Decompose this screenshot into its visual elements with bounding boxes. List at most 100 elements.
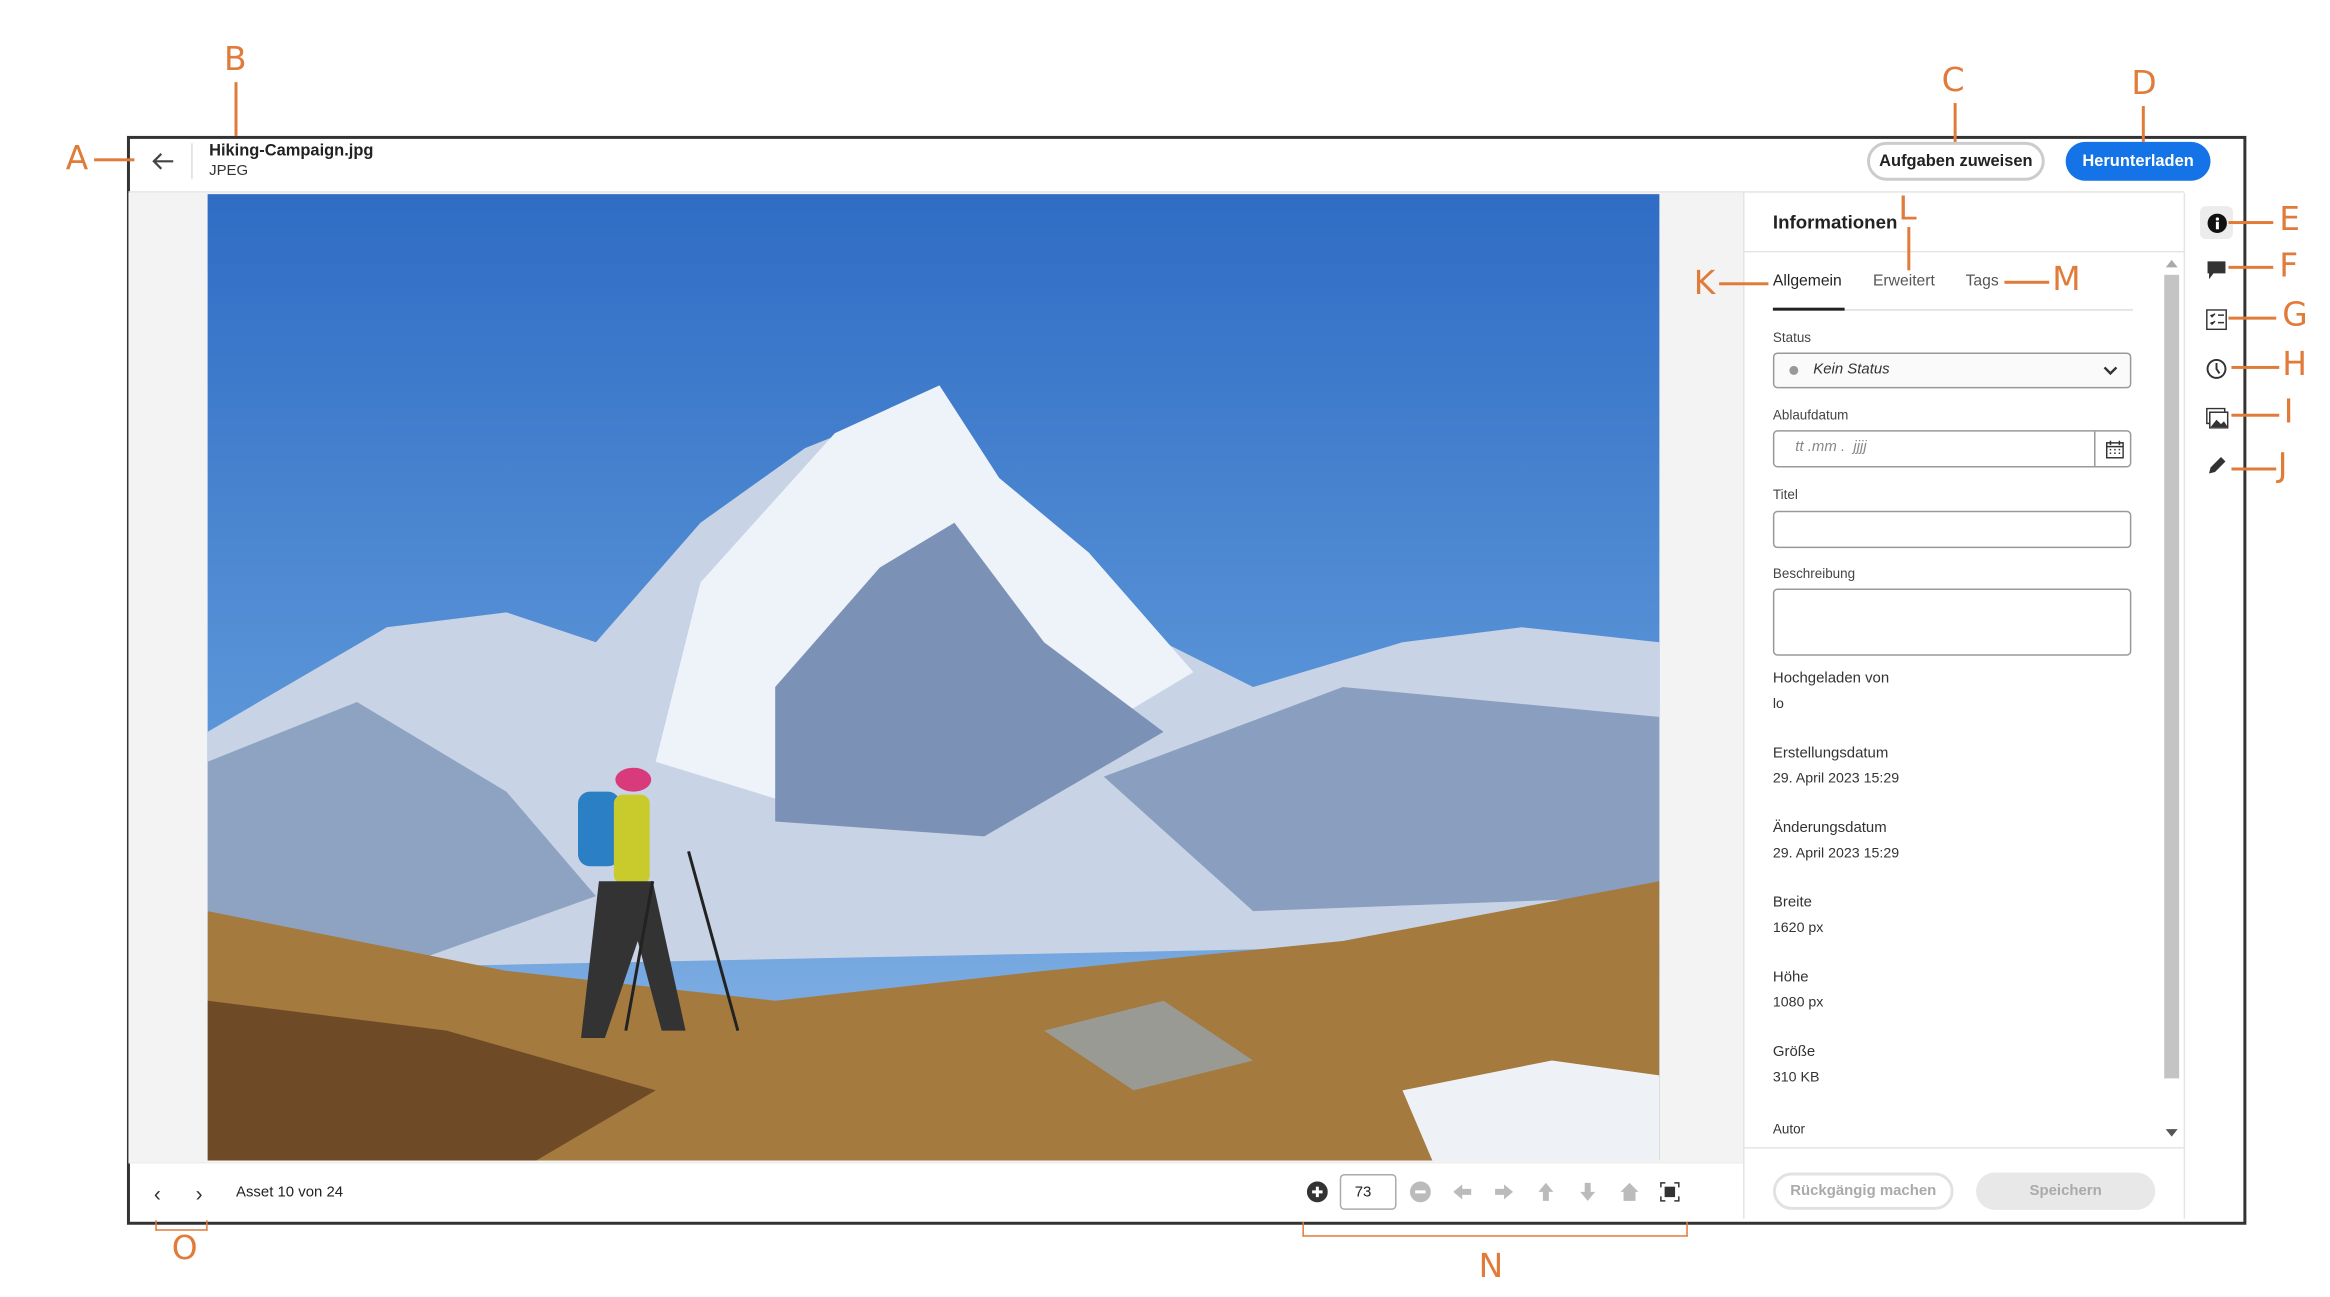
rail-border (2183, 192, 2186, 1219)
width-value: 1620 px (1772, 920, 1824, 937)
tab-allgemein[interactable]: Allgemein (1773, 272, 1842, 290)
previous-asset-button[interactable]: ‹ (153, 1181, 172, 1206)
tasks-button[interactable] (2200, 303, 2233, 336)
comments-button[interactable] (2200, 254, 2233, 287)
status-dropdown[interactable]: Kein Status (1772, 352, 2132, 389)
undo-button[interactable]: Rückgängig machen (1772, 1172, 1954, 1210)
download-button[interactable]: Herunterladen (2065, 141, 2211, 181)
asset-counter: Asset 10 von 24 (235, 1184, 344, 1201)
annotation-k: K (1693, 265, 1716, 304)
calendar-button[interactable] (2094, 431, 2133, 467)
arrow-left-icon (1453, 1184, 1472, 1200)
panel-title: Informationen (1772, 212, 1898, 234)
annotation-line (2231, 467, 2277, 470)
chevron-right-icon: › (195, 1181, 203, 1206)
status-value: Kein Status (1813, 361, 1890, 378)
author-label: Autor (1772, 1121, 1806, 1137)
plus-circle-icon (1306, 1181, 1328, 1203)
expiry-date-input[interactable]: tt .mm . jjjj (1772, 430, 2133, 468)
arrow-down-icon (1580, 1182, 1596, 1201)
annotation-line (1907, 227, 1910, 271)
fit-screen-icon (1660, 1182, 1680, 1202)
annotation-line (94, 158, 135, 161)
home-icon (1620, 1182, 1639, 1201)
status-label: Status (1772, 330, 1812, 346)
file-type: JPEG (209, 162, 249, 180)
next-asset-button[interactable]: › (195, 1181, 214, 1206)
bottom-toolbar-border (128, 1162, 1744, 1164)
panel-left-border (1743, 192, 1745, 1219)
annotation-e: E (2279, 201, 2301, 239)
annotation-line (2231, 365, 2280, 369)
checklist-icon (2206, 309, 2227, 331)
annotation-line (1953, 103, 1956, 142)
annotation-line (234, 82, 237, 136)
annotation-m: M (2052, 261, 2081, 299)
uploaded-by-value: lo (1772, 696, 1784, 713)
file-name: Hiking-Campaign.jpg (209, 141, 374, 160)
pan-up-button[interactable] (1534, 1180, 1558, 1204)
description-textarea[interactable] (1772, 588, 2132, 656)
back-button[interactable] (148, 146, 178, 176)
annotation-bracket (1302, 1221, 1688, 1237)
zoom-out-button[interactable] (1408, 1180, 1432, 1204)
versions-button[interactable] (2200, 352, 2233, 385)
pan-left-button[interactable] (1450, 1180, 1474, 1204)
annotation-c: C (1941, 62, 1965, 101)
save-button[interactable]: Speichern (1976, 1172, 2156, 1210)
annotation-f: F (2279, 247, 2299, 286)
title-input[interactable] (1772, 510, 2132, 549)
width-label: Breite (1772, 894, 1812, 912)
created-date-label: Erstellungsdatum (1772, 745, 1889, 762)
panel-scrollbar[interactable] (2163, 257, 2181, 1143)
tab-erweitert[interactable]: Erweitert (1873, 272, 1935, 290)
pencil-icon (2209, 457, 2226, 474)
annotation-n: N (1478, 1248, 1504, 1286)
reset-view-button[interactable] (1618, 1180, 1642, 1204)
edit-button[interactable] (2200, 450, 2233, 483)
scrollbar-thumb[interactable] (2164, 274, 2180, 1079)
uploaded-by-label: Hochgeladen von (1772, 670, 1890, 688)
annotation-g: G (2282, 297, 2308, 335)
created-date-value: 29. April 2023 15:29 (1772, 770, 1900, 788)
panel-title-divider (1744, 250, 2184, 253)
title-label: Titel (1772, 486, 1798, 502)
chevron-down-icon (2103, 366, 2118, 376)
modified-date-value: 29. April 2023 15:29 (1772, 845, 1900, 862)
annotation-o: O (171, 1230, 198, 1269)
renditions-button[interactable] (2200, 402, 2233, 435)
clock-icon (2206, 358, 2227, 379)
tab-tags[interactable]: Tags (1966, 272, 1999, 290)
assign-tasks-button[interactable]: Aufgaben zuweisen (1867, 141, 2045, 181)
annotation-line (2228, 265, 2274, 269)
zoom-in-button[interactable] (1305, 1180, 1329, 1204)
comment-icon (2207, 261, 2226, 280)
fit-to-screen-button[interactable] (1658, 1180, 1682, 1204)
annotation-d: D (2131, 65, 2157, 104)
info-icon (2206, 212, 2227, 233)
status-dot-icon (1789, 365, 1799, 375)
annotation-line (2231, 413, 2280, 416)
annotation-i: I (2283, 394, 2294, 432)
annotation-line (2004, 280, 2050, 284)
zoom-level-input[interactable]: 73 (1339, 1173, 1397, 1210)
minus-circle-icon (1409, 1181, 1431, 1203)
image-icon (2205, 407, 2228, 429)
annotation-line (1719, 282, 1769, 285)
annotation-line (2228, 221, 2274, 224)
panel-footer-divider (1744, 1147, 2184, 1149)
modified-date-label: Änderungsdatum (1772, 819, 1887, 837)
pan-down-button[interactable] (1576, 1180, 1600, 1204)
header-divider (191, 143, 193, 180)
annotation-line (2228, 316, 2277, 319)
height-label: Höhe (1772, 969, 1809, 986)
chevron-left-icon: ‹ (153, 1181, 161, 1206)
scroll-up-arrow[interactable] (2165, 259, 2178, 268)
description-label: Beschreibung (1772, 566, 1856, 582)
calendar-icon (2105, 439, 2124, 458)
pan-right-button[interactable] (1492, 1180, 1516, 1204)
scroll-down-arrow[interactable] (2165, 1129, 2178, 1137)
annotation-line (2141, 106, 2145, 142)
size-label: Größe (1772, 1044, 1816, 1061)
annotation-h: H (2282, 346, 2307, 384)
